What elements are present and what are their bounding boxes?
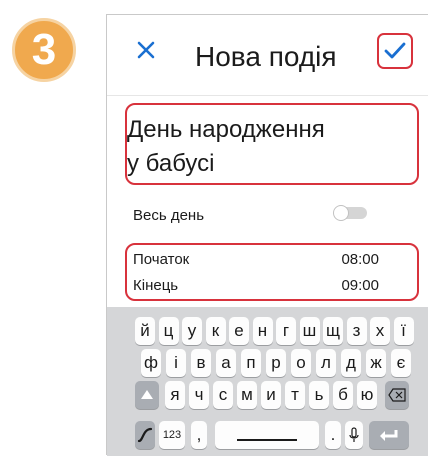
key-л[interactable]: л [316, 349, 336, 377]
key-ї[interactable]: ї [393, 317, 414, 345]
key-з[interactable]: з [346, 317, 367, 345]
end-time-value: 09:00 [341, 277, 379, 294]
toggle-knob [333, 205, 349, 221]
key-ф[interactable]: ф [141, 349, 161, 377]
check-icon [384, 42, 406, 59]
key-д[interactable]: д [341, 349, 361, 377]
key-н[interactable]: н [252, 317, 273, 345]
enter-key[interactable] [369, 421, 409, 449]
key-о[interactable]: о [291, 349, 311, 377]
close-icon[interactable] [133, 37, 159, 63]
key-к[interactable]: к [205, 317, 226, 345]
time-fields: Початок 08:00 Кінець 09:00 [125, 243, 419, 301]
page-title: Нова подія [195, 41, 337, 72]
end-time-row[interactable]: Кінець 09:00 [133, 277, 413, 301]
space-key[interactable] [215, 421, 319, 449]
key-х[interactable]: х [370, 317, 390, 345]
all-day-label: Весь день [133, 207, 205, 224]
key-ь[interactable]: ь [309, 381, 329, 409]
phone-screen: Нова подія День народження у бабусі Весь… [106, 14, 428, 456]
start-time-row[interactable]: Початок 08:00 [133, 251, 413, 275]
key-щ[interactable]: щ [323, 317, 343, 345]
key-ч[interactable]: ч [189, 381, 209, 409]
key-ю[interactable]: ю [357, 381, 377, 409]
key-і[interactable]: і [166, 349, 186, 377]
key-р[interactable]: р [266, 349, 286, 377]
event-name-field[interactable]: День народження у бабусі [125, 103, 419, 185]
swype-key[interactable] [135, 421, 155, 449]
key-б[interactable]: б [333, 381, 353, 409]
space-bar-icon [237, 439, 297, 441]
end-time-label: Кінець [133, 277, 179, 294]
event-name-line-2: у бабусі [127, 150, 215, 177]
step-number: 3 [31, 25, 57, 74]
key-и[interactable]: и [261, 381, 281, 409]
comma-key[interactable]: , [191, 421, 207, 449]
key-й[interactable]: й [135, 317, 155, 345]
key-ш[interactable]: ш [299, 317, 320, 345]
microphone-icon [349, 427, 359, 442]
start-time-label: Початок [133, 251, 190, 268]
confirm-button[interactable] [377, 33, 413, 69]
backspace-key[interactable] [385, 381, 409, 409]
key-у[interactable]: у [182, 317, 202, 345]
divider [107, 95, 428, 96]
key-є[interactable]: є [391, 349, 411, 377]
key-я[interactable]: я [165, 381, 185, 409]
key-ж[interactable]: ж [366, 349, 386, 377]
enter-icon [380, 430, 398, 441]
key-м[interactable]: м [237, 381, 257, 409]
key-в[interactable]: в [191, 349, 211, 377]
microphone-key[interactable] [345, 421, 363, 449]
start-time-value: 08:00 [341, 251, 379, 268]
shift-key[interactable] [135, 381, 159, 409]
step-number-badge: 3 [12, 18, 76, 82]
key-ц[interactable]: ц [158, 317, 179, 345]
key-п[interactable]: п [241, 349, 261, 377]
all-day-toggle[interactable] [333, 205, 367, 221]
header: Нова подія [107, 15, 428, 95]
key-е[interactable]: е [229, 317, 249, 345]
period-key[interactable]: . [325, 421, 341, 449]
numbers-key[interactable]: 123 [159, 421, 185, 449]
key-а[interactable]: а [216, 349, 236, 377]
key-г[interactable]: г [276, 317, 296, 345]
key-с[interactable]: с [213, 381, 233, 409]
key-т[interactable]: т [285, 381, 305, 409]
keyboard: йцукенгшщзхї фівапролджє ячсмитьбю 123 ,… [107, 307, 428, 456]
event-name-line-1: День народження [127, 116, 325, 143]
